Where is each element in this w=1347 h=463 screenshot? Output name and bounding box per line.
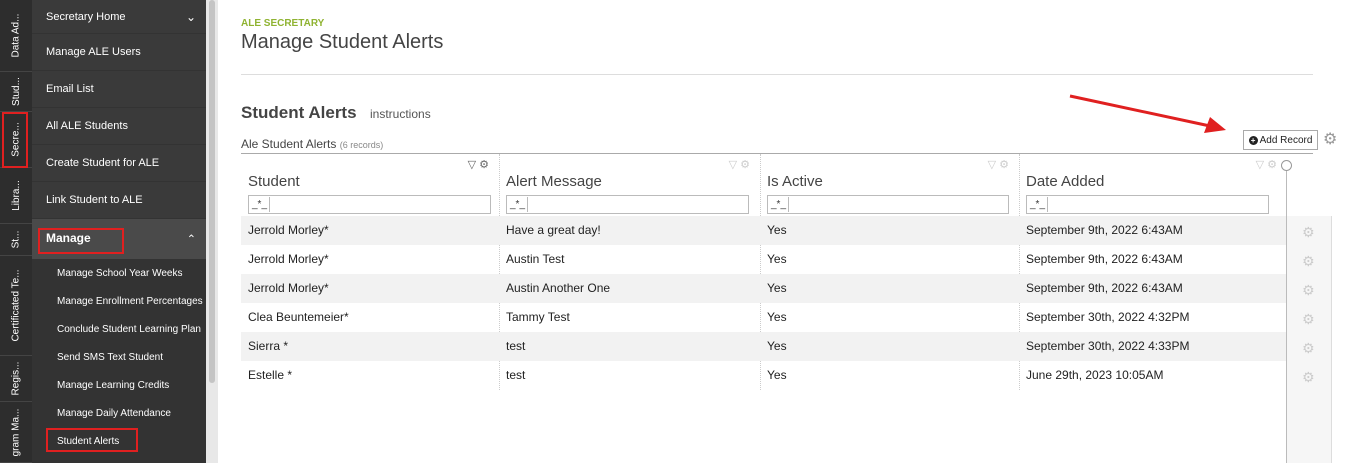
table-row[interactable]: Jerrold Morley* Austin Test Yes Septembe… [241,245,1287,274]
column-header-date-added[interactable]: Date Added ▽ ⚙ _*_ [1019,154,1287,216]
filter-gear-icons[interactable]: ▽ ⚙ [729,158,750,171]
column-header-is-active[interactable]: Is Active ▽ ⚙ _*_ [760,154,1019,216]
column-resize-handle[interactable] [1281,160,1292,171]
filter-gear-icons[interactable]: ▽ ⚙ [1256,158,1277,171]
column-header-student[interactable]: Student ▽ ⚙ _*_ [241,154,499,216]
date-added-filter-input[interactable]: _*_ [1026,195,1269,214]
table-row[interactable]: Jerrold Morley* Have a great day! Yes Se… [241,216,1287,245]
gear-icon[interactable]: ⚙ [1302,282,1315,299]
alert-message-filter-input[interactable]: _*_ [506,195,749,214]
column-resize-line[interactable] [1286,164,1287,463]
table-row[interactable]: Estelle * test Yes June 29th, 2023 10:05… [241,361,1287,390]
is-active-filter-input[interactable]: _*_ [767,195,1009,214]
gear-icon[interactable]: ⚙ [1302,340,1315,357]
filter-gear-icons[interactable]: ▽ ⚙ [468,158,489,171]
filter-gear-icons[interactable]: ▽ ⚙ [988,158,1009,171]
gear-icon[interactable]: ⚙ [1302,253,1315,270]
student-filter-input[interactable]: _*_ [248,195,491,214]
gear-icon[interactable]: ⚙ [1302,224,1315,241]
gear-icon[interactable]: ⚙ [1302,369,1315,386]
table-row[interactable]: Clea Beuntemeier* Tammy Test Yes Septemb… [241,303,1287,332]
gear-icon[interactable]: ⚙ [1302,311,1315,328]
column-header-alert-message[interactable]: Alert Message ▽ ⚙ _*_ [499,154,760,216]
table-row[interactable]: Jerrold Morley* Austin Another One Yes S… [241,274,1287,303]
table-row[interactable]: Sierra * test Yes September 30th, 2022 4… [241,332,1287,361]
